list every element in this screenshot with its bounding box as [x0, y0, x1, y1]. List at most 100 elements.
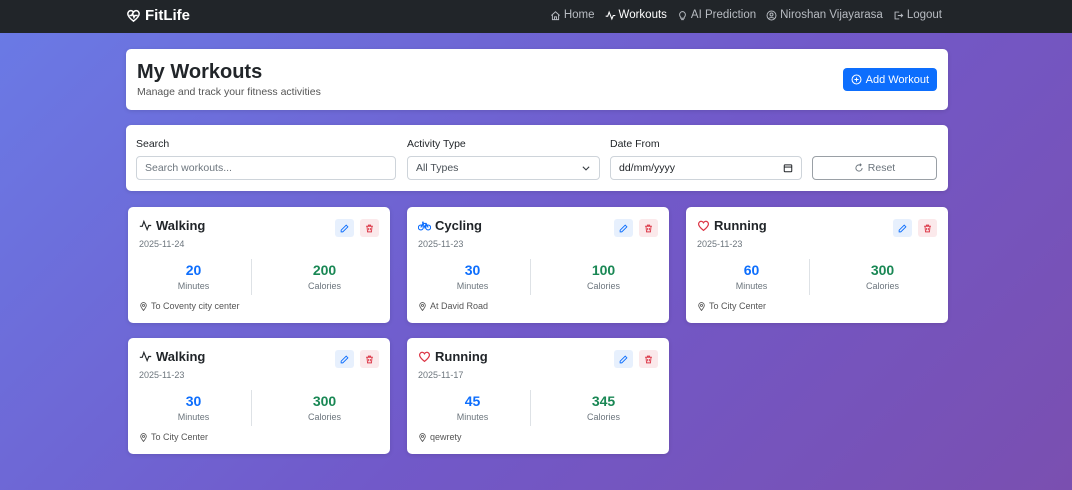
workout-location: To Coventy city center	[151, 301, 240, 311]
workout-card: Running 2025-11-23 60 Minutes 300 Calories…	[686, 207, 948, 323]
nav-home-label: Home	[563, 9, 595, 21]
workout-date: 2025-11-23	[418, 239, 464, 249]
pencil-icon	[340, 354, 349, 363]
edit-button[interactable]	[893, 219, 912, 237]
minutes-value: 20	[185, 262, 202, 278]
workout-card: Walking 2025-11-23 30 Minutes 300 Calories…	[128, 338, 390, 454]
user-circle-icon	[766, 10, 777, 20]
minutes-label: Minutes	[177, 412, 210, 422]
pencil-icon	[898, 223, 907, 232]
pencil-icon	[340, 223, 349, 232]
chevron-down-icon	[582, 166, 590, 171]
stat-divider	[251, 259, 252, 295]
brand[interactable]: FitLife	[126, 7, 190, 24]
page-header-card: My Workouts Manage and track your fitnes…	[126, 49, 948, 110]
nav-ai-label: AI Prediction	[690, 9, 757, 21]
minutes-value: 30	[185, 393, 202, 409]
search-input[interactable]: Search workouts...	[136, 156, 396, 180]
calories-label: Calories	[307, 412, 341, 422]
workout-date: 2025-11-24	[139, 239, 185, 249]
location-pin-icon	[140, 301, 147, 311]
activity-type-value: All Types	[416, 162, 459, 174]
reset-button[interactable]: Reset	[812, 156, 937, 180]
workout-type: Walking	[156, 218, 206, 233]
add-workout-button[interactable]: Add Workout	[842, 68, 937, 91]
heart-pulse-icon	[127, 9, 140, 23]
calories-value: 200	[312, 262, 337, 278]
calories-value: 100	[591, 262, 616, 278]
nav-ai-prediction[interactable]: AI Prediction	[677, 9, 756, 21]
navbar: FitLife Home Workouts AI Prediction Niro…	[0, 0, 1072, 33]
delete-button[interactable]	[360, 350, 379, 368]
calories-label: Calories	[307, 281, 341, 291]
workout-location: To City Center	[151, 432, 209, 442]
location-pin-icon	[419, 432, 426, 442]
minutes-label: Minutes	[735, 281, 768, 291]
nav-workouts[interactable]: Workouts	[605, 9, 667, 21]
edit-button[interactable]	[614, 350, 633, 368]
lightbulb-icon	[679, 10, 686, 20]
nav-home[interactable]: Home	[550, 9, 595, 21]
edit-button[interactable]	[335, 350, 354, 368]
trash-icon	[645, 355, 652, 363]
pencil-icon	[619, 354, 628, 363]
activity-type-label: Activity Type	[407, 138, 466, 150]
stat-divider	[530, 259, 531, 295]
delete-button[interactable]	[639, 219, 658, 237]
delete-button[interactable]	[639, 350, 658, 368]
workout-card: Running 2025-11-17 45 Minutes 345 Calories…	[407, 338, 669, 454]
minutes-label: Minutes	[177, 281, 210, 291]
nav-user-label: Niroshan Vijayarasa	[780, 9, 883, 21]
calories-label: Calories	[865, 281, 899, 291]
heart-icon	[697, 220, 710, 232]
bicycle-icon	[418, 221, 431, 231]
refresh-icon	[855, 163, 863, 172]
date-from-input[interactable]: dd/mm/yyyy	[610, 156, 802, 180]
brand-name: FitLife	[145, 7, 190, 24]
minutes-label: Minutes	[456, 412, 489, 422]
nav-logout[interactable]: Logout	[893, 9, 942, 21]
date-placeholder: dd/mm/yyyy	[619, 162, 676, 174]
plus-circle-icon	[851, 74, 862, 85]
trash-icon	[366, 224, 373, 232]
calories-value: 300	[312, 393, 337, 409]
home-icon	[550, 10, 560, 20]
calendar-icon	[783, 164, 793, 173]
stat-divider	[530, 390, 531, 426]
activity-icon	[139, 350, 152, 363]
workout-type: Cycling	[435, 218, 482, 233]
search-placeholder: Search workouts...	[145, 162, 232, 174]
workout-card: Cycling 2025-11-23 30 Minutes 100 Calories…	[407, 207, 669, 323]
activity-icon	[139, 219, 152, 232]
activity-type-select[interactable]: All Types	[407, 156, 600, 180]
page-title: My Workouts	[137, 61, 263, 83]
workout-location: At David Road	[430, 301, 489, 311]
pencil-icon	[619, 223, 628, 232]
location-pin-icon	[140, 432, 147, 442]
add-workout-label: Add Workout	[865, 73, 929, 86]
workout-type: Running	[714, 218, 767, 233]
search-label: Search	[136, 138, 170, 150]
stat-divider	[251, 390, 252, 426]
workout-date: 2025-11-23	[139, 370, 185, 380]
workout-date: 2025-11-17	[418, 370, 464, 380]
edit-button[interactable]	[614, 219, 633, 237]
heart-icon	[418, 351, 431, 363]
delete-button[interactable]	[360, 219, 379, 237]
edit-button[interactable]	[335, 219, 354, 237]
reset-label: Reset	[867, 162, 896, 174]
activity-icon	[605, 10, 615, 20]
workout-location: To City Center	[709, 301, 767, 311]
date-from-label: Date From	[610, 138, 660, 150]
nav-logout-label: Logout	[906, 9, 942, 21]
minutes-value: 60	[743, 262, 760, 278]
location-pin-icon	[419, 301, 426, 311]
nav-user[interactable]: Niroshan Vijayarasa	[766, 9, 883, 21]
calories-label: Calories	[586, 281, 620, 291]
delete-button[interactable]	[918, 219, 937, 237]
calories-label: Calories	[586, 412, 620, 422]
trash-icon	[366, 355, 373, 363]
minutes-label: Minutes	[456, 281, 489, 291]
nav-workouts-label: Workouts	[618, 9, 667, 21]
workout-date: 2025-11-23	[697, 239, 743, 249]
